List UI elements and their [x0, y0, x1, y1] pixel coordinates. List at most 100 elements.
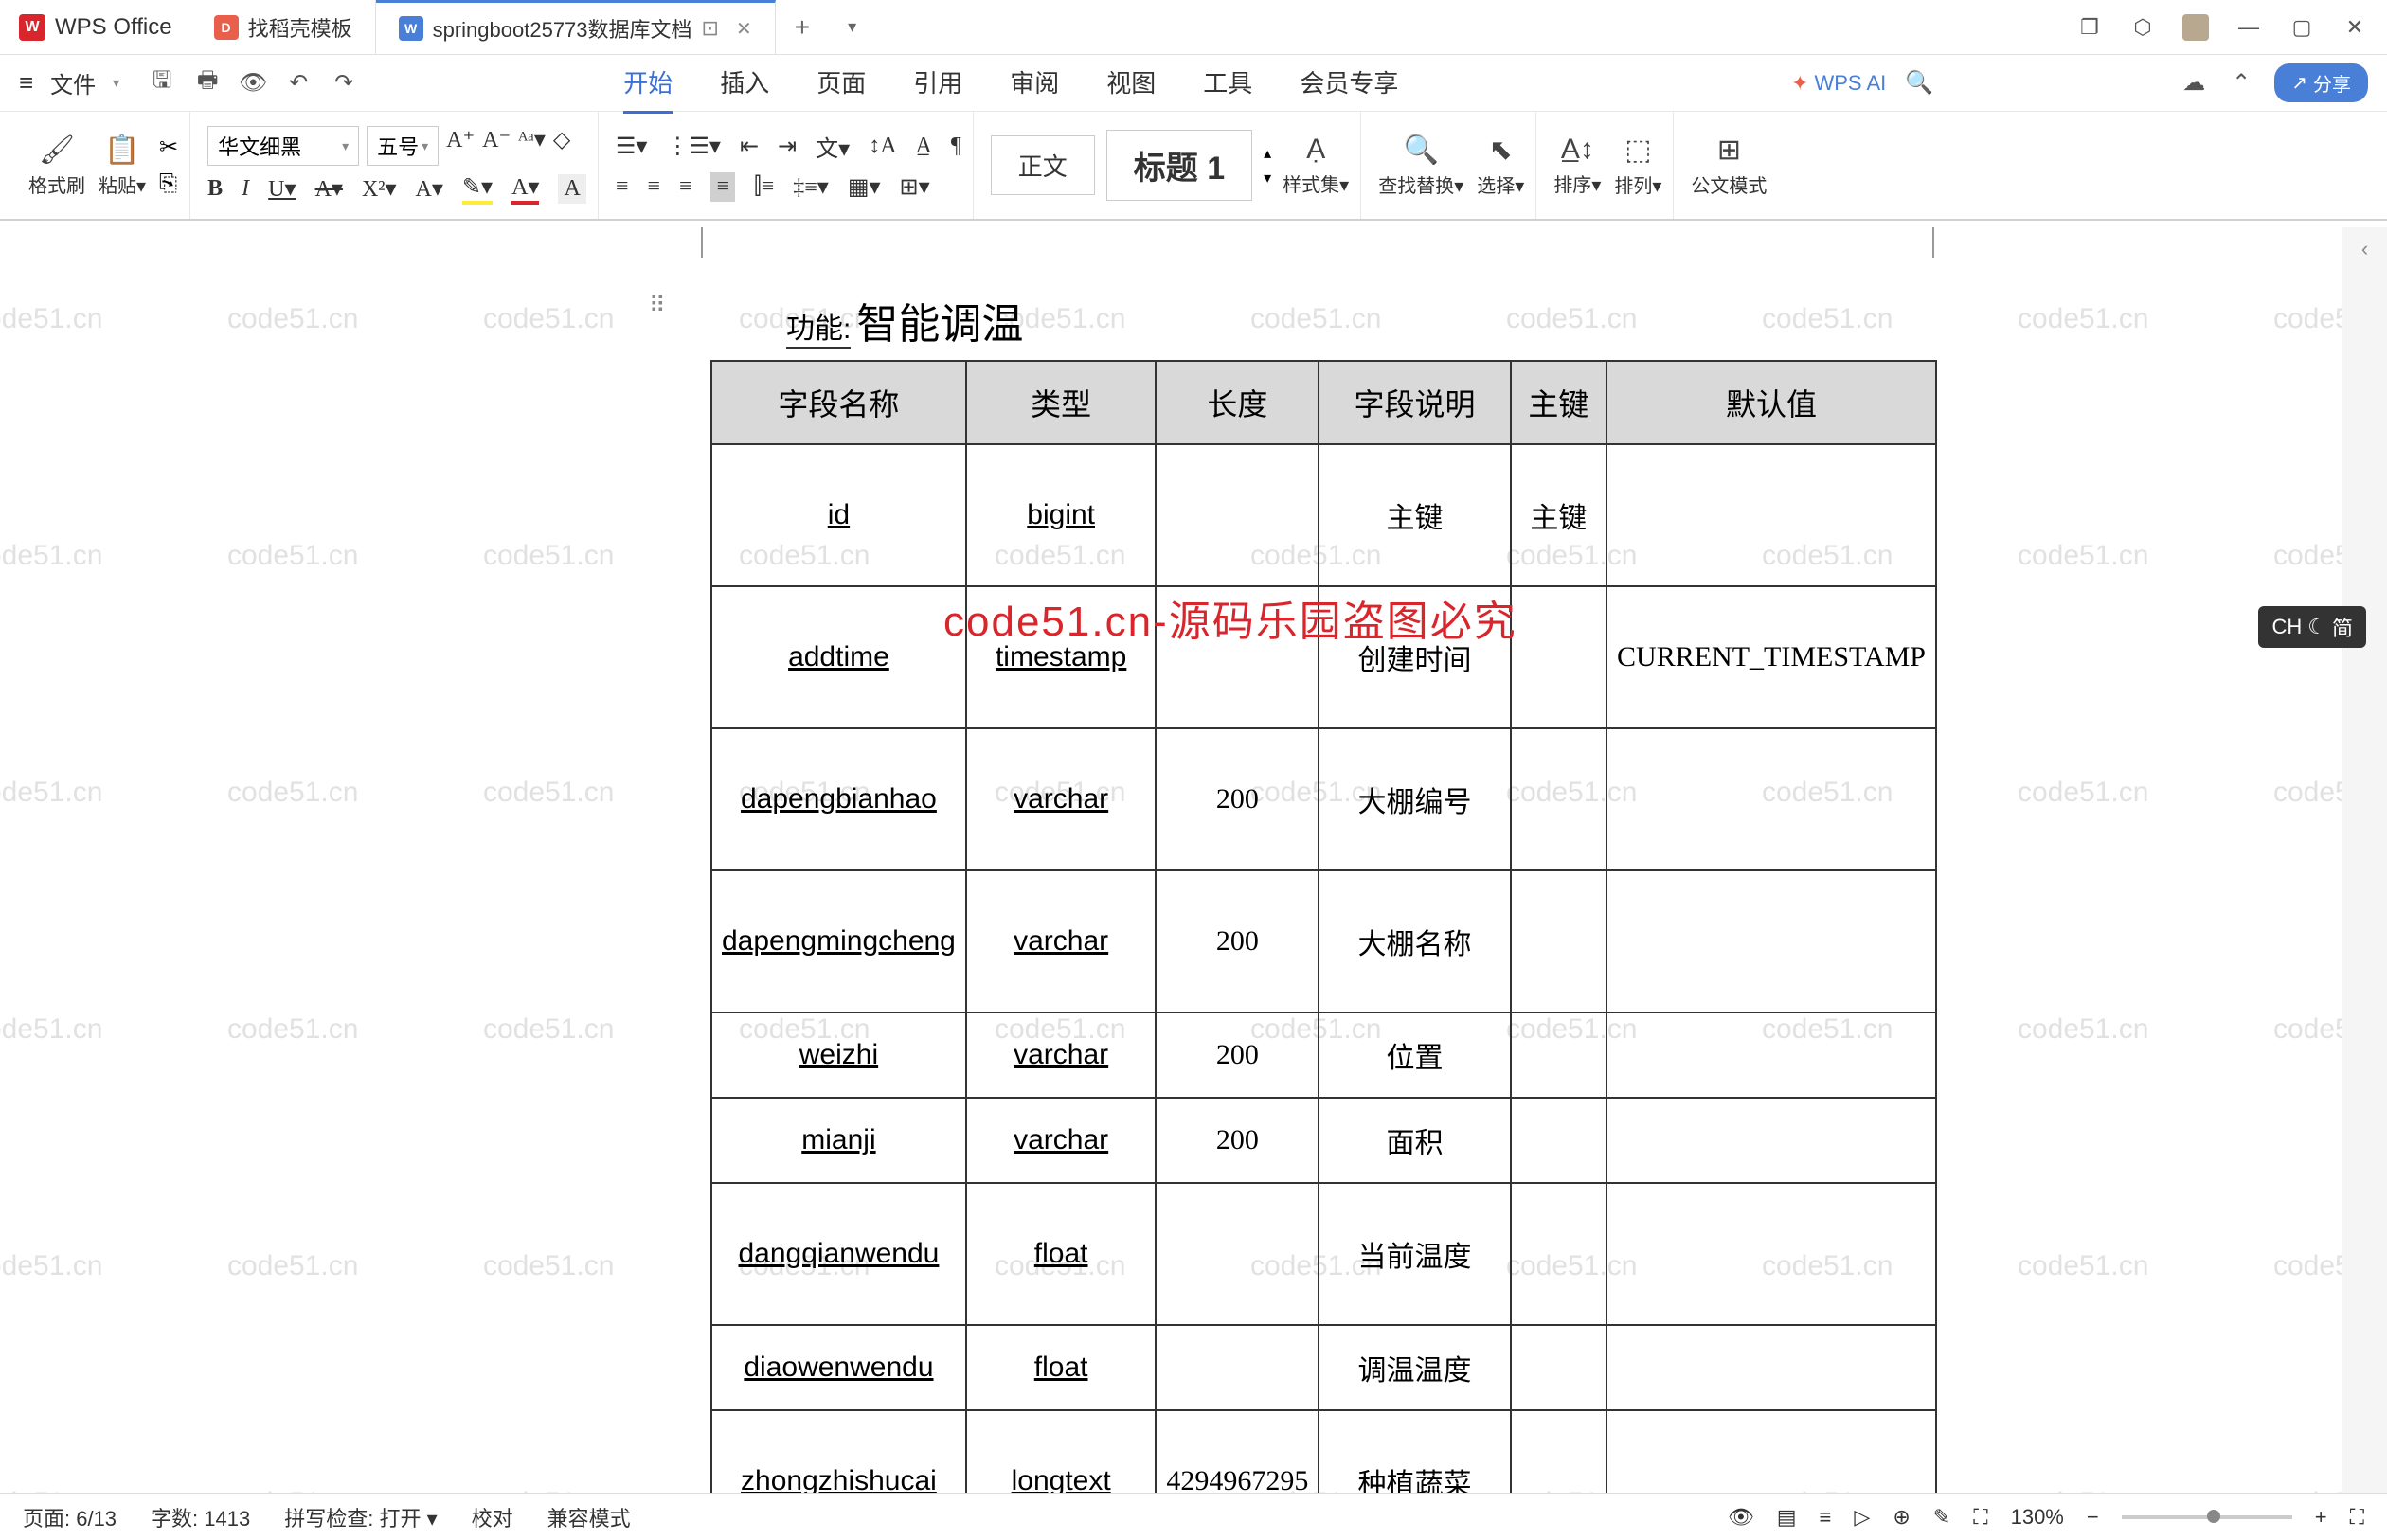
paste-button[interactable]: 📋粘贴▾: [99, 134, 146, 198]
cell-def[interactable]: [1606, 1410, 1936, 1493]
view-fit-icon[interactable]: ⛶: [1973, 1505, 1987, 1530]
increase-indent-icon[interactable]: ⇥: [778, 133, 797, 160]
change-case-icon[interactable]: ᴬᵃ▾: [518, 126, 546, 166]
status-review[interactable]: 校对: [472, 1502, 513, 1532]
cell-name[interactable]: dapengbianhao: [711, 728, 966, 870]
cell-name[interactable]: dapengmingcheng: [711, 870, 966, 1012]
shading-button[interactable]: A: [558, 174, 585, 204]
cell-type[interactable]: varchar: [966, 870, 1157, 1012]
wps-ai-button[interactable]: ✦WPS AI: [1791, 71, 1886, 96]
cell-len[interactable]: 4294967295: [1156, 1410, 1319, 1493]
cell-def[interactable]: [1606, 1012, 1936, 1098]
cell-desc[interactable]: 大棚编号: [1319, 728, 1510, 870]
copy-icon[interactable]: ⎘: [159, 170, 178, 197]
cell-name[interactable]: weizhi: [711, 1012, 966, 1098]
align-left-icon[interactable]: ≡: [616, 174, 629, 200]
cell-len[interactable]: [1156, 444, 1319, 586]
ribbon-tab-tools[interactable]: 工具: [1203, 53, 1252, 114]
align-right-icon[interactable]: ≡: [679, 174, 692, 200]
print-icon[interactable]: 🖶: [193, 69, 222, 98]
view-play-icon[interactable]: ▷: [1854, 1505, 1870, 1530]
ime-indicator[interactable]: CH ☾ 简: [2258, 606, 2366, 648]
style-set-button[interactable]: Ạ样式集▾: [1283, 134, 1349, 197]
ribbon-tab-page[interactable]: 页面: [817, 53, 866, 114]
cell-type[interactable]: float: [966, 1183, 1157, 1325]
preview-icon[interactable]: 👁: [239, 69, 267, 98]
ribbon-tab-reference[interactable]: 引用: [913, 53, 962, 114]
cell-type[interactable]: float: [966, 1325, 1157, 1410]
font-size-select[interactable]: 五号▾: [367, 126, 439, 166]
text-effect-button[interactable]: A▾: [416, 175, 443, 203]
bold-button[interactable]: B: [207, 176, 223, 202]
select-button[interactable]: ⬉选择▾: [1477, 134, 1524, 198]
cube-icon[interactable]: ⬡: [2129, 14, 2156, 41]
window-copy-icon[interactable]: ❐: [2076, 14, 2103, 41]
sidebar-collapse-icon[interactable]: ‹: [2342, 227, 2387, 271]
style-prev-icon[interactable]: ▴: [1264, 144, 1271, 163]
new-tab-button[interactable]: +: [776, 12, 829, 43]
table-row[interactable]: mianjivarchar200面积: [711, 1098, 1936, 1183]
redo-icon[interactable]: ↷: [330, 69, 358, 98]
show-marks-icon[interactable]: ¶: [951, 134, 961, 159]
save-icon[interactable]: 🖫: [148, 69, 176, 98]
fullscreen-icon[interactable]: ⛶: [2350, 1505, 2364, 1530]
text-direction-icon[interactable]: 文▾: [816, 130, 850, 163]
cell-type[interactable]: varchar: [966, 1012, 1157, 1098]
decrease-indent-icon[interactable]: ⇤: [740, 133, 759, 160]
grow-font-icon[interactable]: A⁺: [446, 126, 475, 166]
sort-icon[interactable]: ↕A: [869, 134, 896, 159]
cell-type[interactable]: varchar: [966, 728, 1157, 870]
hamburger-icon[interactable]: ≡: [19, 68, 33, 98]
tab-dropdown[interactable]: ▾: [829, 17, 875, 37]
style-heading1[interactable]: 标题 1: [1106, 130, 1252, 201]
tab-template[interactable]: D 找稻壳模板: [191, 0, 376, 54]
zoom-value[interactable]: 130%: [2011, 1505, 2064, 1530]
cell-desc[interactable]: 位置: [1319, 1012, 1510, 1098]
cell-def[interactable]: [1606, 1098, 1936, 1183]
zoom-out-icon[interactable]: −: [2087, 1505, 2099, 1530]
avatar[interactable]: [2182, 14, 2209, 41]
zoom-slider[interactable]: [2122, 1515, 2292, 1519]
cell-len[interactable]: 200: [1156, 1012, 1319, 1098]
cell-desc[interactable]: 当前温度: [1319, 1183, 1510, 1325]
view-page-icon[interactable]: ▤: [1777, 1505, 1797, 1530]
minimize-icon[interactable]: —: [2235, 14, 2262, 41]
status-compat[interactable]: 兼容模式: [547, 1502, 631, 1532]
ribbon-tab-start[interactable]: 开始: [623, 53, 673, 114]
cell-name[interactable]: zhongzhishucai: [711, 1410, 966, 1493]
arrange-button[interactable]: ⬚排列▾: [1614, 134, 1661, 198]
highlight-button[interactable]: ✎▾: [462, 173, 493, 205]
cell-pk[interactable]: [1511, 586, 1606, 728]
drag-handle-icon[interactable]: ⠿: [649, 292, 666, 319]
zoom-in-icon[interactable]: +: [2315, 1505, 2327, 1530]
cell-desc[interactable]: 调温温度: [1319, 1325, 1510, 1410]
cell-pk[interactable]: 主键: [1511, 444, 1606, 586]
close-window-icon[interactable]: ✕: [2342, 14, 2368, 41]
ribbon-tab-view[interactable]: 视图: [1106, 53, 1156, 114]
collapse-ribbon-icon[interactable]: ⌃: [2227, 69, 2255, 98]
line-height-icon[interactable]: ‡≡▾: [793, 173, 829, 201]
shading-para-icon[interactable]: ▦▾: [848, 173, 881, 201]
view-focus-icon[interactable]: ⊕: [1893, 1505, 1910, 1530]
cell-pk[interactable]: [1511, 1410, 1606, 1493]
cell-name[interactable]: id: [711, 444, 966, 586]
cell-def[interactable]: [1606, 870, 1936, 1012]
table-row[interactable]: diaowenwendufloat调温温度: [711, 1325, 1936, 1410]
cell-def[interactable]: [1606, 1325, 1936, 1410]
undo-icon[interactable]: ↶: [284, 69, 313, 98]
status-words[interactable]: 字数: 1413: [151, 1502, 250, 1532]
status-page[interactable]: 页面: 6/13: [23, 1502, 117, 1532]
cell-desc[interactable]: 主键: [1319, 444, 1510, 586]
cell-desc[interactable]: 大棚名称: [1319, 870, 1510, 1012]
borders-icon[interactable]: ⊞▾: [900, 173, 930, 201]
find-replace-button[interactable]: 🔍查找替换▾: [1378, 134, 1463, 198]
cell-len[interactable]: 200: [1156, 728, 1319, 870]
align-justify-icon[interactable]: ≡: [710, 172, 735, 202]
shrink-font-icon[interactable]: A⁻: [482, 126, 511, 166]
sort-button[interactable]: A̲↕排序▾: [1553, 134, 1601, 197]
cell-def[interactable]: [1606, 444, 1936, 586]
cell-len[interactable]: [1156, 1183, 1319, 1325]
cell-desc[interactable]: 种植蔬菜: [1319, 1410, 1510, 1493]
ribbon-tab-review[interactable]: 审阅: [1010, 53, 1059, 114]
view-outline-icon[interactable]: ≡: [1820, 1505, 1832, 1530]
